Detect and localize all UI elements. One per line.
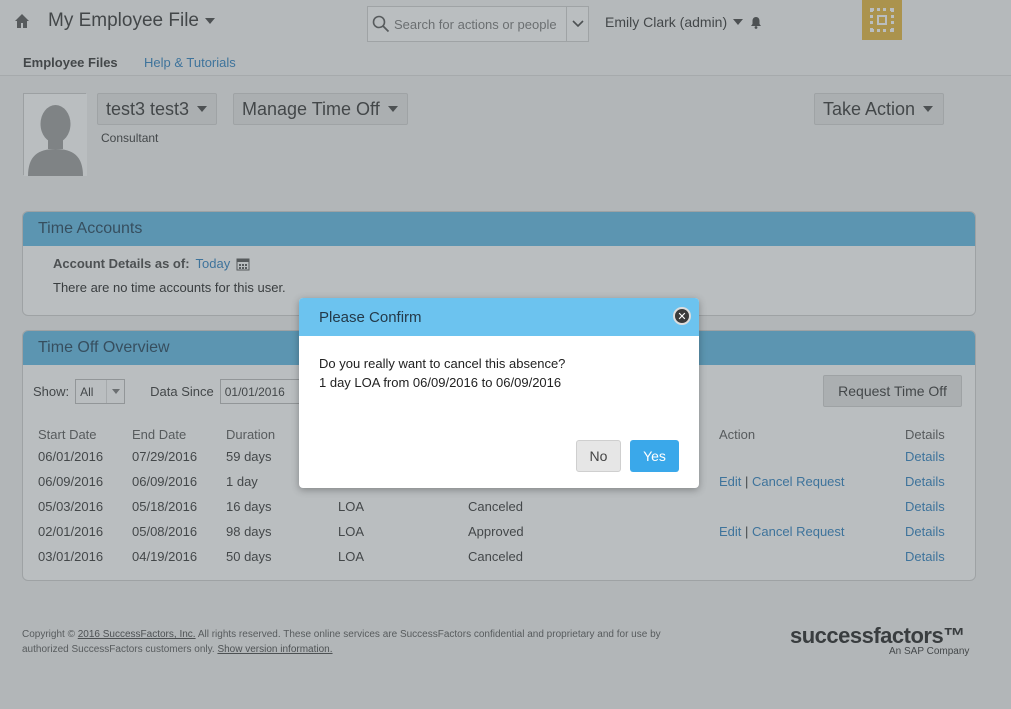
dialog-message-line-1: Do you really want to cancel this absenc…	[319, 356, 566, 371]
dialog-message-line-2: 1 day LOA from 06/09/2016 to 06/09/2016	[319, 375, 562, 390]
yes-button[interactable]: Yes	[630, 440, 679, 472]
dialog-title: Please Confirm	[299, 298, 699, 336]
no-button[interactable]: No	[576, 440, 621, 472]
confirm-dialog: Please Confirm ✕ Do you really want to c…	[299, 298, 699, 488]
close-icon[interactable]: ✕	[673, 307, 691, 325]
dialog-message: Do you really want to cancel this absenc…	[319, 354, 565, 392]
